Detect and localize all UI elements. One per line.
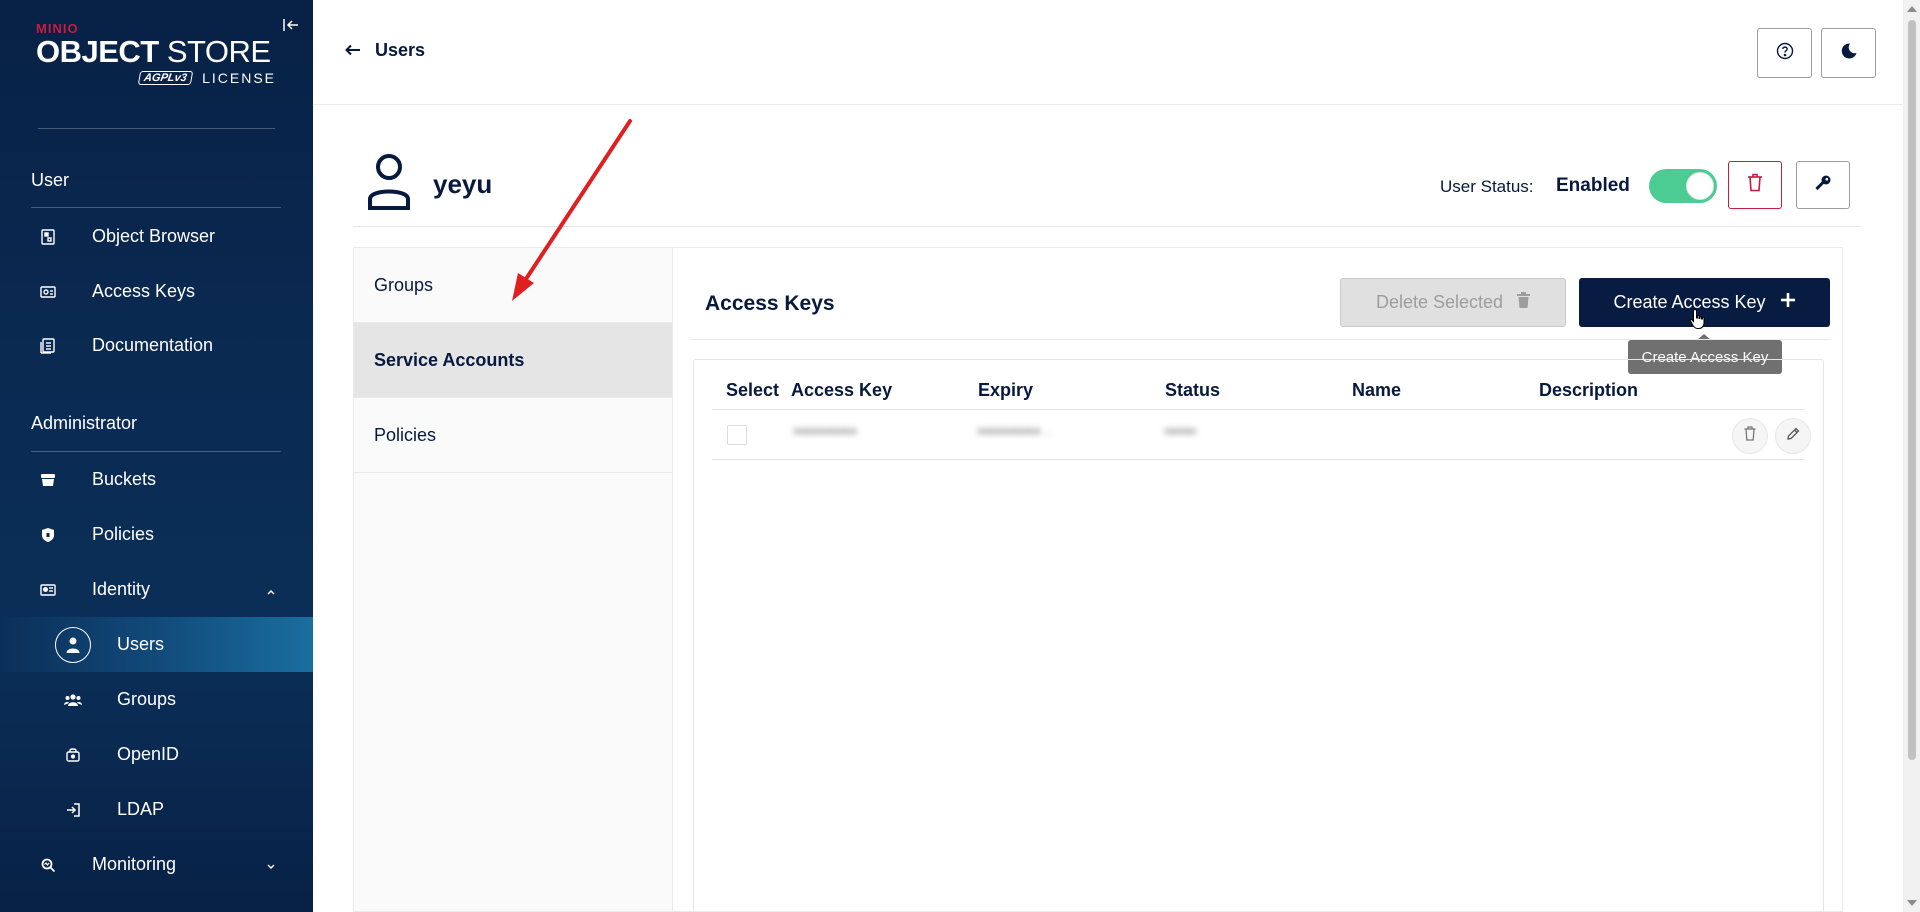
sidebar-item-ldap[interactable]: LDAP (0, 782, 313, 837)
scroll-thumb[interactable] (1908, 20, 1916, 760)
access-keys-panel: Access Keys Delete Selected Create Acces… (672, 247, 1843, 912)
logo-product: OBJECT STORE (36, 34, 271, 69)
pencil-icon (1786, 427, 1800, 446)
user-name: yeyu (433, 169, 493, 199)
back-label: Users (375, 40, 426, 60)
user-avatar-icon (367, 153, 411, 211)
sidebar-item-label: Users (117, 634, 165, 654)
sidebar-item-groups[interactable]: Groups (0, 672, 313, 727)
cell-access-key: ▪▪▪▪▪▪▪▪▪▪ (794, 423, 858, 440)
ldap-icon (62, 799, 84, 821)
edit-row-button[interactable] (1775, 418, 1811, 454)
cell-expiry: ▪▪▪▪▪▪▪▪▪▪ . (978, 423, 1052, 440)
sidebar-item-label: Groups (117, 689, 177, 709)
logo-license: AGPLv3 LICENSE (36, 70, 276, 86)
user-icon (55, 626, 91, 663)
sidebar-item-identity[interactable]: Identity (0, 562, 313, 617)
column-header-description[interactable]: Description (1539, 380, 1638, 401)
column-header-expiry[interactable]: Expiry (978, 380, 1033, 401)
sidebar-item-label: Monitoring (92, 854, 177, 874)
sidebar-item-label: Policies (92, 524, 155, 544)
user-tabs: Groups Service Accounts Policies (353, 247, 672, 912)
access-keys-table: Select Access Key Expiry Status Name Des… (693, 359, 1824, 912)
delete-row-button[interactable] (1732, 418, 1768, 454)
top-bar: Users (313, 0, 1903, 105)
sidebar-item-buckets[interactable]: Buckets (0, 452, 313, 507)
collapse-sidebar-icon[interactable] (282, 16, 300, 34)
sidebar-item-monitoring[interactable]: Monitoring (0, 837, 313, 892)
help-icon (1776, 42, 1794, 65)
sidebar-item-users[interactable]: Users (0, 617, 313, 672)
help-button[interactable] (1757, 28, 1812, 78)
logo-divider (38, 128, 275, 129)
policy-icon (37, 524, 59, 546)
sidebar-item-label: Buckets (92, 469, 157, 489)
dark-mode-button[interactable] (1821, 28, 1876, 78)
section-title-administrator: Administrator (31, 413, 138, 433)
access-keys-icon (37, 281, 59, 303)
key-icon (1814, 174, 1832, 197)
bucket-icon (37, 469, 59, 491)
back-to-users-link[interactable]: Users (345, 40, 425, 61)
sidebar-item-label: OpenID (117, 744, 180, 764)
sidebar-item-label: Documentation (92, 335, 214, 355)
row-select-checkbox[interactable] (727, 425, 747, 445)
user-status-toggle[interactable] (1649, 169, 1717, 203)
section-title-user: User (31, 170, 70, 190)
scroll-down-arrow-icon[interactable] (1907, 900, 1917, 906)
table-header-divider (712, 409, 1805, 410)
monitoring-icon (37, 854, 59, 876)
delete-selected-label: Delete Selected (1375, 292, 1504, 312)
user-status-value: Enabled (1556, 175, 1630, 196)
toggle-knob (1686, 172, 1714, 200)
sidebar-item-documentation[interactable]: Documentation (0, 318, 313, 373)
cell-status: ▪▪▪▪▪ (1165, 423, 1197, 440)
object-browser-icon (37, 226, 59, 248)
column-header-select[interactable]: Select (726, 380, 779, 401)
table-row-divider (712, 459, 1805, 460)
trash-icon (1747, 173, 1763, 197)
tab-groups[interactable]: Groups (354, 248, 672, 323)
agpl-badge: AGPLv3 (138, 71, 194, 85)
section-divider (31, 207, 281, 208)
user-header: yeyu User Status: Enabled (353, 150, 1861, 227)
license-text: LICENSE (202, 70, 276, 86)
identity-icon (37, 579, 59, 601)
sidebar-item-object-browser[interactable]: Object Browser (0, 209, 313, 264)
trash-icon (1744, 426, 1756, 446)
chevron-up-icon[interactable] (264, 583, 278, 597)
sidebar-item-label: LDAP (117, 799, 165, 819)
sidebar-item-label: Access Keys (92, 281, 196, 301)
minio-logo: MINIO OBJECT STORE AGPLv3 LICENSE (36, 22, 276, 87)
sidebar-item-label: Object Browser (92, 226, 216, 246)
arrow-left-icon (345, 40, 361, 61)
panel-title: Access Keys (705, 292, 835, 315)
sidebar-item-openid[interactable]: OpenID (0, 727, 313, 782)
tab-policies[interactable]: Policies (354, 398, 672, 473)
column-header-name[interactable]: Name (1352, 380, 1401, 401)
column-header-status[interactable]: Status (1165, 380, 1220, 401)
openid-icon (62, 744, 84, 766)
panel-divider (691, 339, 1831, 340)
tab-service-accounts[interactable]: Service Accounts (354, 323, 672, 398)
delete-user-button[interactable] (1728, 161, 1782, 209)
change-password-button[interactable] (1796, 161, 1850, 209)
column-header-access-key[interactable]: Access Key (791, 380, 892, 401)
groups-icon (62, 689, 84, 711)
trash-icon (1517, 292, 1531, 313)
sidebar: MINIO OBJECT STORE AGPLv3 LICENSE User O… (0, 0, 313, 912)
sidebar-item-policies[interactable]: Policies (0, 507, 313, 562)
scroll-up-arrow-icon[interactable] (1907, 6, 1917, 12)
sidebar-item-access-keys[interactable]: Access Keys (0, 264, 313, 319)
moon-icon (1840, 42, 1858, 65)
user-status-label: User Status: (1440, 177, 1534, 196)
chevron-down-icon[interactable] (264, 858, 278, 872)
plus-icon (1780, 292, 1796, 313)
sidebar-item-label: Identity (92, 579, 151, 599)
page-scrollbar[interactable] (1903, 0, 1920, 912)
documentation-icon (37, 335, 59, 357)
delete-selected-button[interactable]: Delete Selected (1340, 278, 1566, 327)
hand-pointer-cursor-icon (1689, 308, 1707, 330)
